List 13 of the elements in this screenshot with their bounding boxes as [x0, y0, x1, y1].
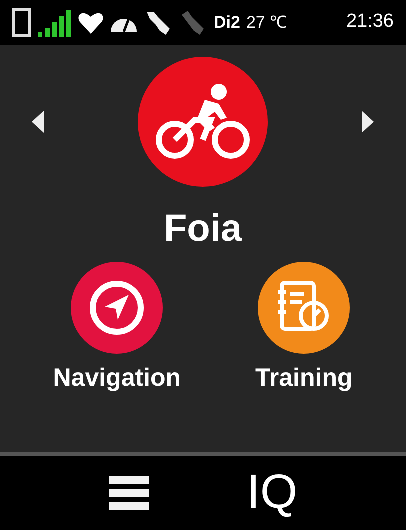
temperature-label: 27 ℃ — [246, 12, 288, 34]
time-label: 21:36 — [346, 10, 394, 34]
profile-name: Foia — [164, 207, 242, 252]
cyclist-icon — [155, 84, 251, 160]
connect-iq-button[interactable]: IQ — [246, 469, 298, 517]
signal-icon — [38, 8, 72, 36]
battery-icon — [12, 8, 32, 38]
right-arrow-icon[interactable] — [360, 110, 376, 134]
shifting-label: Di2 — [214, 12, 240, 34]
left-arrow-icon[interactable] — [30, 110, 46, 134]
app-label: Navigation — [53, 363, 182, 394]
app-label: Training — [256, 363, 353, 394]
heart-icon — [78, 10, 104, 34]
